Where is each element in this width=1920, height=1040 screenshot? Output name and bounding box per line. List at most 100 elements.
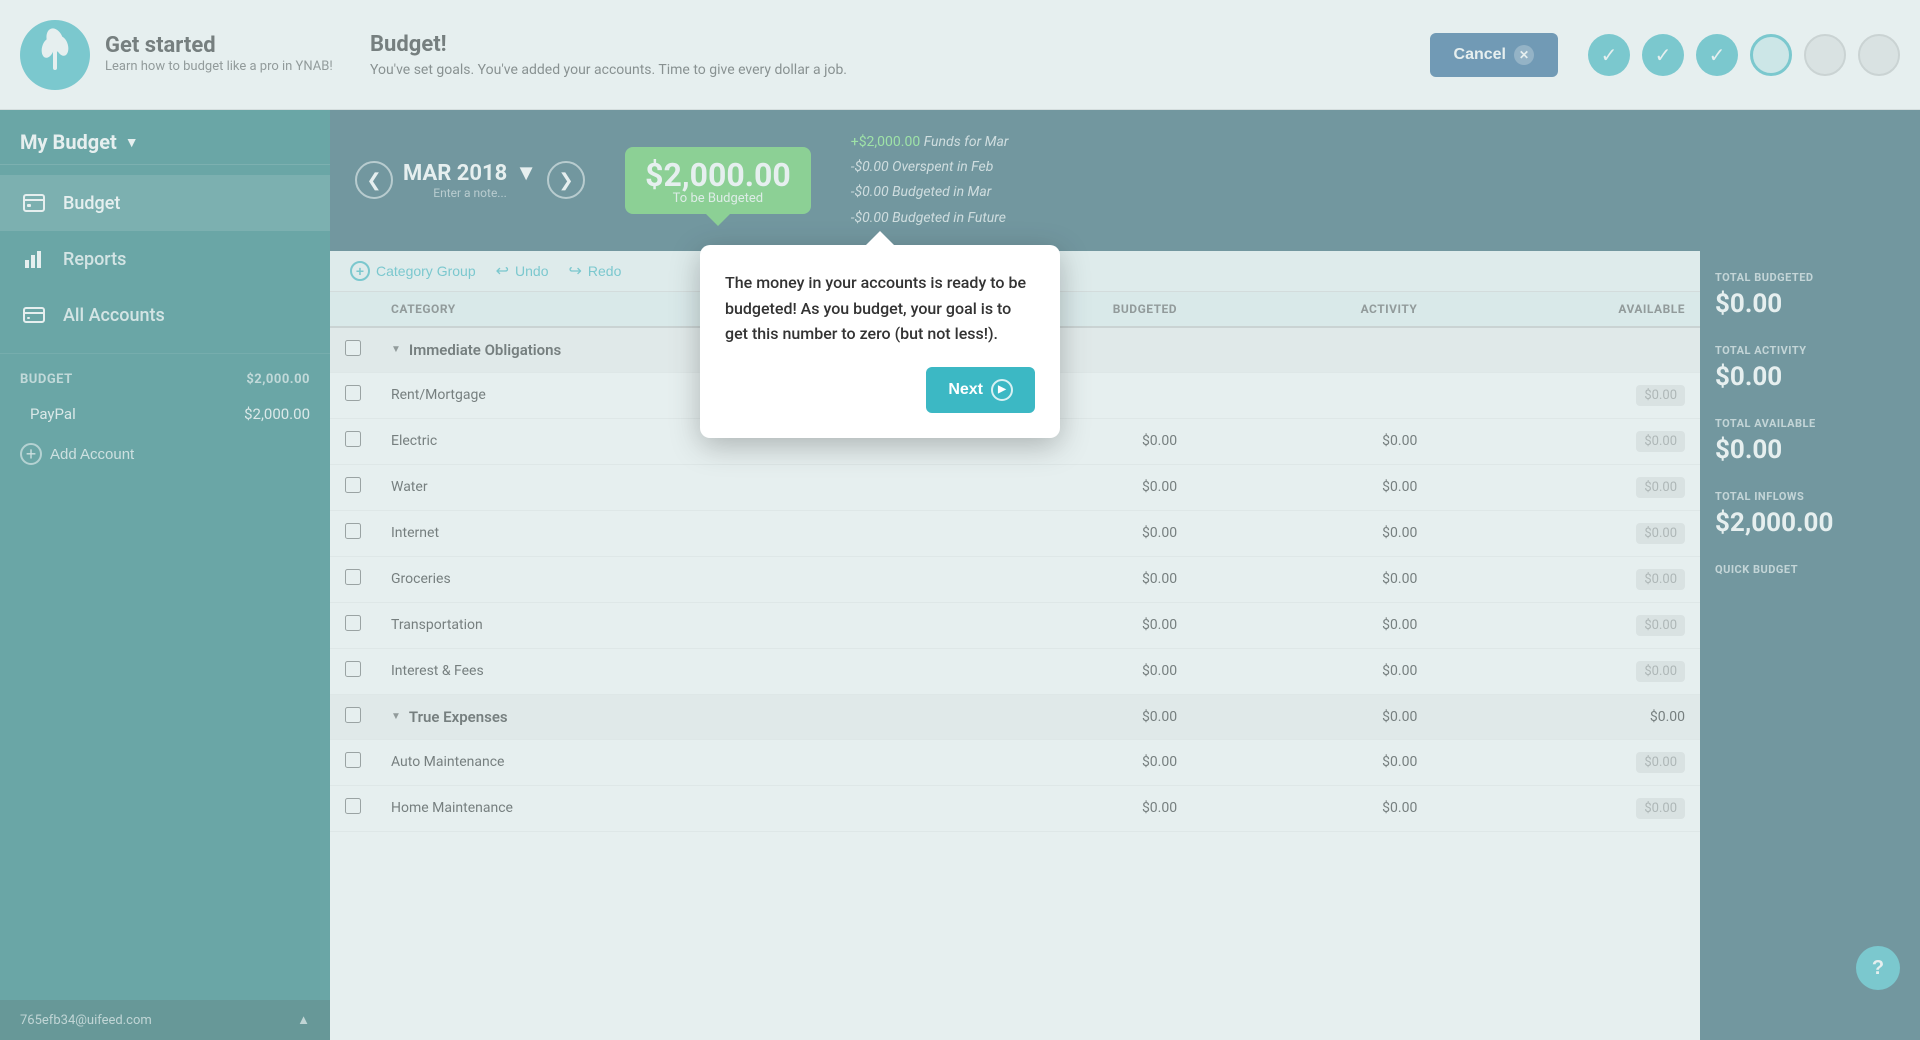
banner-title: Budget! xyxy=(370,32,1410,57)
item-name: Auto Maintenance xyxy=(376,739,931,785)
total-budgeted-value: $0.00 xyxy=(1715,289,1905,319)
budgeted-future: -$0.00 Budgeted in Future xyxy=(851,206,1009,231)
item-name: Internet xyxy=(376,510,931,556)
item-budgeted: $0.00 xyxy=(931,739,1192,785)
help-button[interactable]: ? xyxy=(1856,946,1900,990)
progress-dot-5 xyxy=(1804,34,1846,76)
funds-label: Funds for Mar xyxy=(924,134,1009,150)
row-checkbox[interactable] xyxy=(345,385,361,401)
budget-accounts-section: BUDGET $2,000.00 PayPal $2,000.00 + Add … xyxy=(0,353,330,485)
item-available: $0.00 xyxy=(1432,510,1700,556)
sidebar: My Budget ▼ Budget xyxy=(0,110,330,1040)
all-accounts-nav-icon xyxy=(20,301,48,329)
col-activity: ACTIVITY xyxy=(1192,292,1432,327)
prev-month-button[interactable]: ❮ xyxy=(355,161,393,199)
budget-section-header: BUDGET $2,000.00 xyxy=(0,362,330,397)
get-started-title: Get started xyxy=(105,33,333,58)
item-name: Interest & Fees xyxy=(376,648,931,694)
row-checkbox[interactable] xyxy=(345,431,361,447)
group-available: $0.00 xyxy=(1432,694,1700,739)
total-activity-value: $0.00 xyxy=(1715,362,1905,392)
table-row: Home Maintenance $0.00 $0.00 $0.00 xyxy=(330,785,1700,831)
next-play-icon: ▶ xyxy=(991,379,1013,401)
my-budget-title[interactable]: My Budget ▼ xyxy=(20,130,310,154)
cancel-x-icon: ✕ xyxy=(1514,45,1534,65)
next-month-button[interactable]: ❯ xyxy=(547,161,585,199)
table-row: Groceries $0.00 $0.00 $0.00 xyxy=(330,556,1700,602)
progress-dots: ✓ ✓ ✓ xyxy=(1588,34,1900,76)
item-budgeted: $0.00 xyxy=(931,785,1192,831)
cancel-button[interactable]: Cancel ✕ xyxy=(1430,33,1558,77)
group-available xyxy=(1432,327,1700,373)
group-check-cell xyxy=(330,327,376,373)
item-available: $0.00 xyxy=(1432,464,1700,510)
add-account-button[interactable]: + Add Account xyxy=(0,431,154,477)
cancel-label: Cancel xyxy=(1454,46,1506,64)
total-budgeted-block: TOTAL BUDGETED $0.00 xyxy=(1715,271,1905,319)
table-row: Internet $0.00 $0.00 $0.00 xyxy=(330,510,1700,556)
group-name-cell: ▼True Expenses xyxy=(376,694,931,739)
item-activity: $0.00 xyxy=(1192,785,1432,831)
budgeted-label: Budgeted in Mar xyxy=(892,184,991,200)
logo-area: Get started Learn how to budget like a p… xyxy=(20,20,350,90)
total-budgeted-label: TOTAL BUDGETED xyxy=(1715,271,1905,284)
paypal-account-name: PayPal xyxy=(30,405,76,423)
next-button[interactable]: Next ▶ xyxy=(926,367,1035,413)
row-checkbox[interactable] xyxy=(345,661,361,677)
table-row: ▼True Expenses $0.00 $0.00 $0.00 xyxy=(330,694,1700,739)
budget-section-amount: $2,000.00 xyxy=(246,372,310,387)
budget-header: ❮ MAR 2018 ▼ Enter a note... ❯ $2,000.00… xyxy=(330,110,1920,251)
sidebar-item-all-accounts[interactable]: All Accounts xyxy=(0,287,330,343)
top-banner: Get started Learn how to budget like a p… xyxy=(0,0,1920,110)
row-checkbox[interactable] xyxy=(345,752,361,768)
item-available: $0.00 xyxy=(1432,602,1700,648)
item-budgeted: $0.00 xyxy=(931,510,1192,556)
month-nav: ❮ MAR 2018 ▼ Enter a note... ❯ xyxy=(355,160,585,200)
user-email: 765efb34@uifeed.com xyxy=(20,1013,152,1028)
sidebar-nav: Budget Reports xyxy=(0,165,330,353)
my-budget-arrow: ▼ xyxy=(125,134,139,151)
undo-button[interactable]: ↩ Undo xyxy=(496,261,549,281)
group-checkbox[interactable] xyxy=(345,707,361,723)
budget-summary: +$2,000.00 Funds for Mar -$0.00 Overspen… xyxy=(851,130,1009,231)
sidebar-item-budget[interactable]: Budget xyxy=(0,175,330,231)
row-checkbox[interactable] xyxy=(345,569,361,585)
quick-budget-label: QUICK BUDGET xyxy=(1715,563,1905,576)
row-checkbox[interactable] xyxy=(345,523,361,539)
group-activity xyxy=(1192,327,1432,373)
footer-arrow: ▲ xyxy=(297,1012,310,1028)
row-checkbox[interactable] xyxy=(345,798,361,814)
add-category-group-button[interactable]: + Category Group xyxy=(350,261,476,281)
redo-button[interactable]: ↪ Redo xyxy=(568,261,621,281)
sidebar-header: My Budget ▼ xyxy=(0,110,330,165)
item-name: Transportation xyxy=(376,602,931,648)
item-budgeted: $0.00 xyxy=(931,602,1192,648)
progress-dot-3: ✓ xyxy=(1696,34,1738,76)
total-activity-block: TOTAL ACTIVITY $0.00 xyxy=(1715,344,1905,392)
budgeted-future-value: -$0.00 xyxy=(851,210,889,226)
paypal-account-amount: $2,000.00 xyxy=(244,405,310,423)
budget-section-label: BUDGET xyxy=(20,372,73,387)
item-name: Groceries xyxy=(376,556,931,602)
undo-icon: ↩ xyxy=(496,261,509,281)
tooltip-message: The money in your accounts is ready to b… xyxy=(725,270,1035,347)
budget-nav-icon xyxy=(20,189,48,217)
funds-value: +$2,000.00 xyxy=(851,134,920,150)
item-activity: $0.00 xyxy=(1192,464,1432,510)
banner-content: Budget! You've set goals. You've added y… xyxy=(350,32,1430,78)
total-activity-label: TOTAL ACTIVITY xyxy=(1715,344,1905,357)
col-available: AVAILABLE xyxy=(1432,292,1700,327)
table-row: Transportation $0.00 $0.00 $0.00 xyxy=(330,602,1700,648)
paypal-account[interactable]: PayPal $2,000.00 xyxy=(0,397,330,431)
item-activity: $0.00 xyxy=(1192,556,1432,602)
budgeted-value: -$0.00 xyxy=(851,184,889,200)
group-checkbox[interactable] xyxy=(345,340,361,356)
note-placeholder: Enter a note... xyxy=(403,186,537,200)
item-activity: $0.00 xyxy=(1192,602,1432,648)
row-checkbox[interactable] xyxy=(345,615,361,631)
add-group-icon: + xyxy=(350,261,370,281)
row-checkbox[interactable] xyxy=(345,477,361,493)
sidebar-item-reports[interactable]: Reports xyxy=(0,231,330,287)
logo-text: Get started Learn how to budget like a p… xyxy=(105,33,333,76)
main-content: ❮ MAR 2018 ▼ Enter a note... ❯ $2,000.00… xyxy=(330,110,1920,1040)
